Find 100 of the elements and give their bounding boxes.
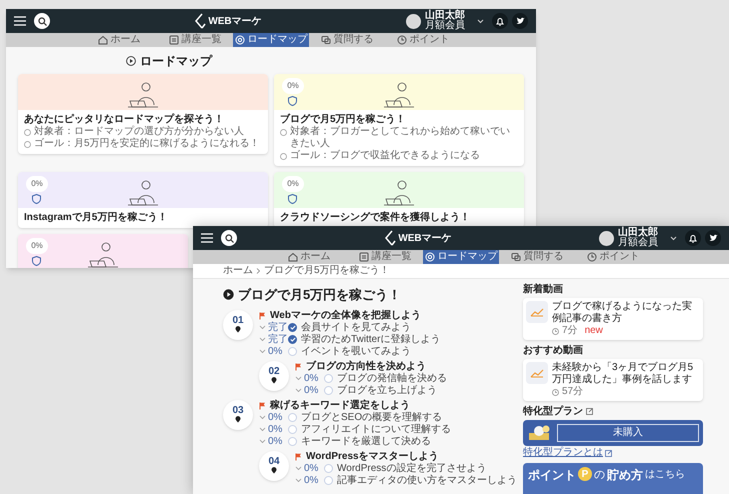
target-icon <box>234 35 244 45</box>
chevron-down-icon[interactable] <box>477 18 484 24</box>
points-banner[interactable]: ポイント P の 貯め方 はこちら <box>523 463 703 494</box>
task-label: イベントを覗いてみよう <box>301 346 411 356</box>
task-status: 0% <box>304 386 320 396</box>
flag-icon <box>259 312 266 320</box>
roadmap-card[interactable]: あなたにピッタリなロードマップを探そう！ 対象者：ロードマップの選び方が分からない人 ゴール：月5万円を安定的に稼げるようになれる！ <box>18 74 268 154</box>
nav-tab[interactable]: ポイント <box>385 33 461 47</box>
task-label: アフィリエイトについて理解する <box>301 424 451 434</box>
logo-text[interactable]: WEBマーケ <box>398 230 452 246</box>
notification-button[interactable] <box>492 13 508 29</box>
clock-icon <box>586 252 596 262</box>
circle-info-icon <box>280 153 287 160</box>
avatar[interactable] <box>599 230 614 246</box>
roadmap-card[interactable]: 0% <box>18 234 188 268</box>
nav-tab[interactable]: 講座一覧 <box>157 33 233 47</box>
search-button[interactable] <box>34 13 50 29</box>
banner-text: の <box>594 468 605 483</box>
banner-text: 貯め方 <box>607 467 643 483</box>
bird-icon <box>516 17 524 25</box>
step-title: Webマーケの全体像を把握しよう <box>270 310 421 320</box>
progress-badge: 0% <box>26 238 48 254</box>
roadmap-card[interactable]: 0% ブログで月5万円を稼ごう！ 対象者：ブロガーとしてこれから始めて稼いでいきたい人 ゴール：ブログで収益化できるようになる <box>274 74 524 166</box>
progress-badge: 0% <box>282 78 304 94</box>
circle-info-icon <box>280 129 287 136</box>
logo-mark-icon <box>194 13 206 29</box>
card-detail: 対象者：ブロガーとしてこれから始めて稼いでいきたい人 <box>290 126 511 150</box>
nav-tab[interactable]: ロードマップ <box>423 250 499 264</box>
bell-icon <box>496 16 504 26</box>
section-heading: おすすめ動画 <box>523 344 584 357</box>
bird-button[interactable] <box>705 230 721 246</box>
user-name: 山田太郎 <box>425 11 465 21</box>
task-label: 学習のためTwitterに登録しよう <box>301 334 440 344</box>
task-checkbox[interactable] <box>288 335 297 344</box>
map-pin-icon <box>235 326 241 333</box>
step-badge: 03 <box>223 400 253 430</box>
video-duration: 57分 <box>562 386 584 398</box>
map-pin-icon <box>271 377 277 384</box>
nav-tab[interactable]: 質問する <box>309 33 385 47</box>
logo-mark-icon <box>384 230 396 246</box>
task-status: 0% <box>268 412 284 422</box>
flag-icon <box>259 402 266 410</box>
logo-text[interactable]: WEBマーケ <box>208 14 262 28</box>
nav-tab[interactable]: 講座一覧 <box>347 250 423 264</box>
list-icon <box>358 252 368 262</box>
video-title: ブログで稼げるようになった実例記事の書き方 <box>552 301 693 325</box>
banner-text: ポイント <box>528 467 576 483</box>
card-detail: ゴール：ブログで収益化できるようになる <box>290 150 480 162</box>
chart-icon <box>530 368 544 378</box>
flag-icon <box>295 452 302 460</box>
card-title: あなたにピッタリなロードマップを探そう！ <box>24 113 225 126</box>
section-heading: 特化型プラン <box>523 405 583 418</box>
step-title: ブログの方向性を決めよう <box>306 362 426 372</box>
user-name: 山田太郎 <box>618 228 658 238</box>
search-icon <box>224 234 234 242</box>
nav-tab[interactable]: ポイント <box>575 250 651 264</box>
clock-icon <box>552 328 559 334</box>
task-checkbox[interactable] <box>288 323 297 332</box>
step-title: 稼げるキーワード選定をしよう <box>270 400 410 410</box>
menu-icon[interactable] <box>201 233 213 243</box>
nav-tab[interactable]: ロードマップ <box>233 33 309 47</box>
task-status: 0% <box>304 476 320 486</box>
search-icon <box>38 16 46 26</box>
page-title: ロードマップ <box>140 53 212 70</box>
banner-text: はこちら <box>645 468 685 482</box>
menu-icon[interactable] <box>14 16 26 26</box>
breadcrumb-link[interactable]: ホーム <box>223 266 253 276</box>
roadmap-card[interactable]: 0% クラウドソーシングで案件を獲得しよう！ <box>274 172 524 228</box>
home-icon <box>98 35 108 45</box>
task-status: 完了 <box>268 334 288 344</box>
plan-link[interactable]: 特化型プランとは <box>523 447 603 459</box>
search-button[interactable] <box>221 230 237 246</box>
chevron-right-icon <box>256 268 261 274</box>
purchase-button[interactable]: 未購入 <box>557 424 699 442</box>
chevron-down-icon[interactable] <box>670 236 677 240</box>
step-title: WordPressをマスターしよう <box>306 452 439 462</box>
bird-button[interactable] <box>512 13 528 29</box>
roadmap-card[interactable]: 0% Instagramで月5万円を稼ごう！ <box>18 172 268 228</box>
nav-tab[interactable]: ホーム <box>81 33 157 47</box>
task-status: 0% <box>304 464 320 474</box>
task-label: ブログとSEOの概要を理解する <box>301 412 442 422</box>
bell-icon <box>689 234 697 242</box>
check-icon <box>290 337 296 342</box>
person-at-laptop-drawing <box>383 180 415 206</box>
nav-tab[interactable]: ホーム <box>271 250 347 264</box>
task-status: 完了 <box>268 322 288 332</box>
notification-button[interactable] <box>685 230 701 246</box>
nav-tab[interactable]: 質問する <box>499 250 575 264</box>
card-title: クラウドソーシングで案件を獲得しよう！ <box>280 211 471 224</box>
person-at-laptop-drawing <box>127 180 159 206</box>
task-label: ブログを立ち上げよう <box>337 386 437 396</box>
video-card[interactable]: ブログで稼げるようになった実例記事の書き方 7分 new <box>523 298 703 340</box>
avatar[interactable] <box>406 14 421 28</box>
progress-badge: 0% <box>282 176 304 192</box>
card-detail: 対象者：ロードマップの選び方が分からない人 <box>34 126 244 138</box>
video-card[interactable]: 未経験から「3ヶ月でブログ月5万円達成した」事例を話します 57分 <box>523 359 703 401</box>
coin-icon: P <box>578 467 592 481</box>
breadcrumb-current: ブログで月5万円を稼ごう！ <box>264 266 390 276</box>
person-at-laptop-drawing <box>383 82 415 108</box>
person-at-laptop-drawing <box>87 242 119 268</box>
